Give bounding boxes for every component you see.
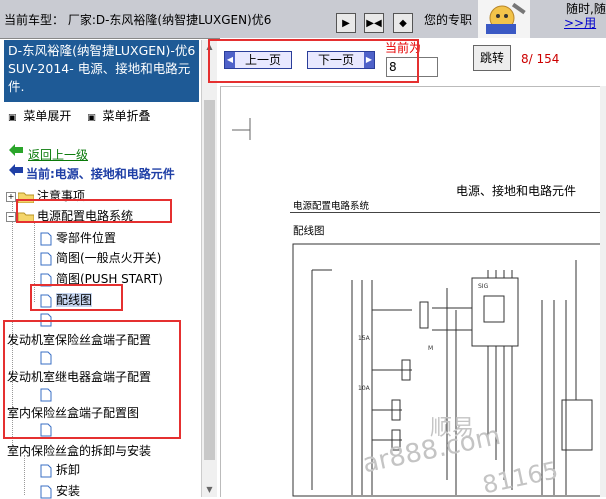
scrollbar-thumb[interactable] xyxy=(204,100,215,460)
tree-item-engine-relay-box[interactable]: 发动机室继电器盒端子配置 xyxy=(7,368,151,385)
expand-icon[interactable]: + xyxy=(6,191,16,202)
shrink-button[interactable]: ◆ xyxy=(393,13,413,33)
shrink-icon: ◆ xyxy=(399,17,407,29)
svg-text:M: M xyxy=(428,345,433,352)
tree-connector xyxy=(34,222,35,302)
menu-collapse-button[interactable]: 菜单折叠 xyxy=(103,109,151,123)
document-icon xyxy=(40,351,52,364)
document-subtitle: 电源配置电路系统 xyxy=(293,201,370,212)
tree-label: 注意事项 xyxy=(37,189,86,203)
back-link[interactable]: 返回上一级 xyxy=(28,146,88,163)
left-arrow-icon: ◀ xyxy=(225,52,235,68)
tree-label: 简图(PUSH START) xyxy=(56,272,163,286)
back-arrow-icon xyxy=(8,143,24,160)
menu-expand-button[interactable]: 菜单展开 xyxy=(23,109,71,123)
tree-label: 电源配置电路系统 xyxy=(37,209,134,223)
tree-item-fuse-box-removal[interactable]: 室内保险丝盒的拆卸与安装 xyxy=(7,442,151,459)
tree-item-power-config[interactable]: − 电源配置电路系统 xyxy=(6,207,133,224)
document-icon xyxy=(40,252,52,265)
svg-text:10A: 10A xyxy=(358,385,371,392)
tree-label: 发动机室继电器盒端子配置 xyxy=(7,370,152,384)
folder-icon xyxy=(18,192,34,203)
tree-label: 零部件位置 xyxy=(56,231,117,245)
scroll-up-icon[interactable]: ▲ xyxy=(203,40,216,53)
viewer-scrollbar[interactable] xyxy=(600,86,606,497)
next-page-label: 下一页 xyxy=(317,53,354,67)
document-icon xyxy=(40,232,52,245)
tree-item-schematic-push-start[interactable]: 简图(PUSH START) xyxy=(40,270,163,287)
divider xyxy=(0,38,220,39)
section-title: D-东风裕隆(纳智捷LUXGEN)-优6 SUV-2014- 电源、接地和电路元… xyxy=(4,40,199,102)
collapse-icon[interactable]: − xyxy=(6,211,16,222)
tree-item-wiring-diagram[interactable]: 配线图 xyxy=(40,291,93,308)
fit-button[interactable]: ▶◀ xyxy=(364,13,384,33)
document-icon xyxy=(40,273,52,286)
divider xyxy=(290,212,606,213)
current-arrow-icon xyxy=(8,163,24,180)
page-count: 8/ 154 xyxy=(521,52,560,66)
document-icon xyxy=(40,423,52,436)
tip-link[interactable]: >>用 xyxy=(564,14,596,31)
tree-item-engine-fuse-box[interactable]: 发动机室保险丝盒端子配置 xyxy=(7,331,151,348)
fit-icon: ▶◀ xyxy=(366,17,382,29)
menu-expand-icon: ▣ xyxy=(8,113,17,123)
wrench-mascot-icon xyxy=(486,2,526,34)
tree-label: 室内保险丝盒的拆卸与安装 xyxy=(7,444,152,458)
tree-item-doc[interactable] xyxy=(40,422,56,437)
document-icon xyxy=(40,388,52,401)
left-scrollbar[interactable]: ▲ ▼ xyxy=(201,40,217,497)
tree-label: 发动机室保险丝盒端子配置 xyxy=(7,333,152,347)
pro-text: 您的专职 xyxy=(424,13,473,27)
menu-toggle-row: ▣ 菜单展开 ▣ 菜单折叠 xyxy=(8,107,151,124)
current-model-label: 当前车型： 厂家:D-东风裕隆(纳智捷LUXGEN)优6 xyxy=(4,13,272,27)
document-section-label: 配线图 xyxy=(293,225,325,237)
tree-label: 室内保险丝盒端子配置图 xyxy=(7,406,140,420)
jump-button[interactable]: 跳转 xyxy=(473,45,511,71)
tree-item-removal[interactable]: 拆卸 xyxy=(40,461,80,478)
document-title: 电源、接地和电路元件 xyxy=(456,184,577,198)
tree-connector xyxy=(24,455,25,495)
menu-collapse-icon: ▣ xyxy=(87,113,96,123)
tree-item-doc[interactable] xyxy=(40,350,56,365)
page-number-input[interactable] xyxy=(386,57,438,77)
play-icon: ▶ xyxy=(342,17,350,29)
document-icon xyxy=(40,294,52,307)
current-location: 当前:电源、接地和电路元件 xyxy=(26,167,175,181)
tree-item-schematic-ignition[interactable]: 简图(一般点火开关) xyxy=(40,249,161,266)
prev-page-button[interactable]: ◀ 上一页 xyxy=(224,51,292,69)
play-button[interactable]: ▶ xyxy=(336,13,356,33)
folder-open-icon xyxy=(18,212,34,223)
tree-item-install[interactable]: 安装 xyxy=(40,482,80,499)
svg-text:15A: 15A xyxy=(358,335,371,342)
current-page-label: 当前为 xyxy=(385,41,422,55)
right-arrow-icon: ▶ xyxy=(364,52,374,68)
mascot-logo xyxy=(478,0,530,38)
tree-item-precautions[interactable]: + 注意事项 xyxy=(6,187,85,204)
document-icon xyxy=(40,464,52,477)
tree-label: 配线图 xyxy=(56,293,93,307)
prev-page-label: 上一页 xyxy=(244,53,281,67)
document-icon xyxy=(40,485,52,498)
next-page-button[interactable]: 下一页 ▶ xyxy=(307,51,375,69)
scroll-down-icon[interactable]: ▼ xyxy=(203,483,216,496)
tree-label: 安装 xyxy=(56,484,81,498)
tree-item-interior-fuse-box[interactable]: 室内保险丝盒端子配置图 xyxy=(7,404,139,421)
tree-item-component-location[interactable]: 零部件位置 xyxy=(40,229,116,246)
crop-mark-icon xyxy=(232,118,251,140)
tree-item-doc[interactable] xyxy=(40,387,56,402)
tree-label: 简图(一般点火开关) xyxy=(56,251,162,265)
document-icon xyxy=(40,313,52,326)
tree-label: 拆卸 xyxy=(56,463,81,477)
svg-text:SIG: SIG xyxy=(478,283,489,290)
tree-item-doc[interactable] xyxy=(40,312,56,327)
